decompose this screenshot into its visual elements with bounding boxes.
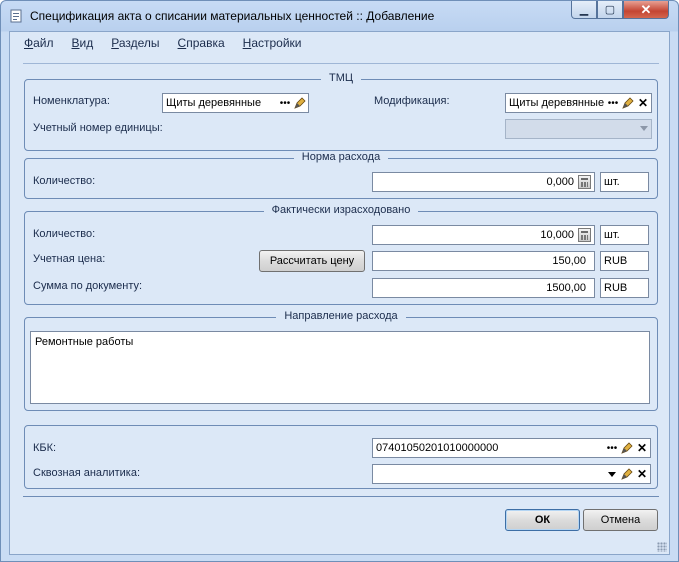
sum-value: 1500,00 <box>546 282 586 294</box>
actual-quantity-unit: шт. <box>600 225 649 245</box>
unit-number-combo <box>505 119 652 139</box>
chevron-down-icon <box>640 126 648 131</box>
resize-grip-icon[interactable] <box>657 542 667 552</box>
price-label: Учетная цена: <box>33 253 106 265</box>
menu-settings-accel: Н <box>242 36 252 50</box>
actual-quantity-field[interactable]: 10,000 <box>372 225 595 245</box>
actual-group-title: Фактически израсходовано <box>25 204 657 216</box>
nomenclature-value: Щиты деревянные <box>166 97 262 109</box>
tmc-title-text: ТМЦ <box>320 72 362 84</box>
clear-icon[interactable]: ✕ <box>635 440 649 456</box>
direction-title-text: Направление расхода <box>276 310 406 322</box>
sum-currency: RUB <box>600 278 649 298</box>
nomenclature-label: Номенклатура: <box>33 95 110 107</box>
actual-title-text: Фактически израсходовано <box>263 204 419 216</box>
dialog-body: Файл Вид Разделы Справка Настройки ТМЦ Н… <box>9 31 670 555</box>
clear-icon[interactable]: ✕ <box>636 95 650 111</box>
price-value: 150,00 <box>552 255 586 267</box>
chevron-down-icon[interactable] <box>608 471 616 477</box>
maximize-button[interactable]: ▢ <box>597 1 623 19</box>
direction-textarea[interactable]: Ремонтные работы <box>30 331 650 404</box>
menu-settings-rest: астройки <box>251 36 302 50</box>
nomenclature-field[interactable]: Щиты деревянные ••• <box>162 93 309 113</box>
menu-help-accel: С <box>177 36 187 50</box>
norm-unit: шт. <box>600 172 649 192</box>
ellipsis-icon[interactable]: ••• <box>605 440 619 456</box>
ok-button[interactable]: ОК <box>505 509 580 531</box>
title-bar[interactable]: Спецификация акта о списании материальны… <box>1 1 678 31</box>
menu-bar: Файл Вид Разделы Справка Настройки <box>24 36 320 50</box>
menu-view-rest: ид <box>79 36 94 50</box>
unit-number-label: Учетный номер единицы: <box>33 122 163 134</box>
norm-quantity-label: Количество: <box>33 175 96 187</box>
norm-quantity-field[interactable]: 0,000 <box>372 172 595 192</box>
kbk-field[interactable]: 07401050201010000000 ••• ✕ <box>372 438 651 458</box>
norm-group-title: Норма расхода <box>25 151 657 163</box>
calculate-price-button[interactable]: Рассчитать цену <box>259 250 365 272</box>
clear-icon[interactable]: ✕ <box>635 466 649 482</box>
close-button[interactable]: ✕ <box>623 1 669 19</box>
menu-file-accel: Ф <box>24 36 34 50</box>
ellipsis-icon[interactable]: ••• <box>606 95 620 111</box>
calculator-icon[interactable] <box>578 175 591 189</box>
kbk-label: КБК: <box>33 442 57 454</box>
actual-quantity-value: 10,000 <box>540 229 574 241</box>
modification-value: Щиты деревянные <box>509 97 605 109</box>
footer-divider <box>23 496 659 497</box>
price-field[interactable]: 150,00 <box>372 251 595 271</box>
tmc-group-title: ТМЦ <box>25 72 657 84</box>
pencil-icon[interactable] <box>620 440 634 456</box>
menu-sections[interactable]: Разделы <box>111 36 159 50</box>
modification-label: Модификация: <box>374 95 450 107</box>
menu-sections-rest: азделы <box>118 36 160 50</box>
tmc-group: ТМЦ <box>24 72 658 151</box>
norm-quantity-value: 0,000 <box>546 176 574 188</box>
kbk-value: 07401050201010000000 <box>376 442 499 454</box>
document-icon <box>10 9 22 23</box>
price-currency: RUB <box>600 251 649 271</box>
actual-quantity-label: Количество: <box>33 228 96 240</box>
menu-file-rest: айл <box>33 36 54 50</box>
cancel-button[interactable]: Отмена <box>583 509 658 531</box>
norm-title-text: Норма расхода <box>293 151 389 163</box>
analytics-combo[interactable]: ✕ <box>372 464 651 484</box>
direction-group-title: Направление расхода <box>25 310 657 322</box>
menu-view[interactable]: Вид <box>72 36 94 50</box>
menu-settings[interactable]: Настройки <box>243 36 302 50</box>
pencil-icon[interactable] <box>620 466 634 482</box>
window-title: Спецификация акта о списании материальны… <box>30 9 435 23</box>
menu-sections-accel: Р <box>111 36 119 50</box>
menu-file[interactable]: Файл <box>24 36 54 50</box>
sum-field[interactable]: 1500,00 <box>372 278 595 298</box>
sum-label: Сумма по документу: <box>33 280 143 292</box>
pencil-icon[interactable] <box>621 95 635 111</box>
menu-divider <box>23 63 659 64</box>
ellipsis-icon[interactable]: ••• <box>278 95 292 111</box>
menu-view-accel: В <box>71 36 80 50</box>
dialog-window: Спецификация акта о списании материальны… <box>0 0 679 562</box>
menu-help[interactable]: Справка <box>178 36 225 50</box>
minimize-button[interactable]: ▁ <box>571 1 597 19</box>
pencil-icon[interactable] <box>293 95 307 111</box>
calculator-icon[interactable] <box>578 228 591 242</box>
menu-help-rest: правка <box>186 36 225 50</box>
analytics-label: Сквозная аналитика: <box>33 467 141 479</box>
modification-field[interactable]: Щиты деревянные ••• ✕ <box>505 93 652 113</box>
